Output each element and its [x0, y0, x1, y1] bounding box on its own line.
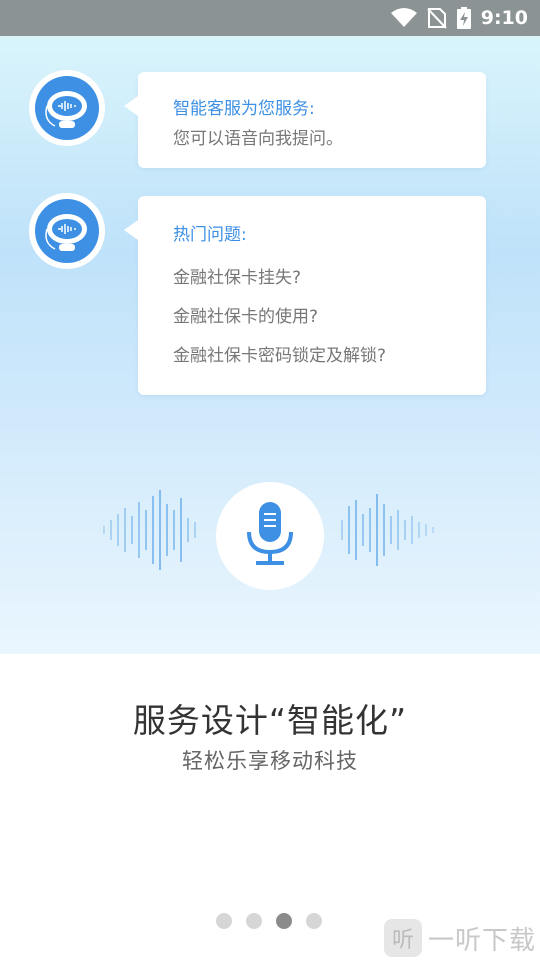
robot-avatar	[29, 70, 105, 146]
wifi-icon	[390, 8, 417, 27]
clock: 9:10	[480, 7, 528, 29]
hot-questions-bubble: 热门问题: 金融社保卡挂失? 金融社保卡的使用? 金融社保卡密码锁定及解锁?	[124, 196, 486, 395]
microphone-icon	[247, 502, 293, 565]
hot-question-item[interactable]: 金融社保卡挂失?	[173, 263, 301, 288]
hot-question-item[interactable]: 金融社保卡密码锁定及解锁?	[173, 341, 386, 366]
feature-subline: 轻松乐享移动科技	[182, 749, 358, 773]
microphone-button[interactable]	[216, 482, 324, 590]
robot-icon	[45, 91, 87, 128]
hot-question-item[interactable]: 金融社保卡的使用?	[173, 302, 318, 327]
page-dot-active[interactable]	[276, 913, 292, 929]
greeting-bubble: 智能客服为您服务: 您可以语音向我提问。	[124, 72, 486, 168]
status-bar: 9:10	[0, 0, 540, 36]
robot-icon	[45, 214, 87, 251]
status-icons: 9:10	[390, 0, 528, 36]
battery-charging-icon	[456, 7, 471, 29]
watermark: 听 一听下载	[383, 916, 540, 960]
no-sim-icon	[427, 8, 447, 29]
feature-headline: 服务设计“智能化”	[132, 701, 408, 740]
page-indicator	[216, 913, 322, 929]
greeting-text: 您可以语音向我提问。	[173, 129, 343, 149]
page-dot[interactable]	[246, 913, 262, 929]
greeting-title: 智能客服为您服务:	[173, 99, 315, 119]
right-voice-wave	[341, 494, 434, 566]
hot-questions-title: 热门问题:	[173, 225, 247, 245]
page-dot[interactable]	[216, 913, 232, 929]
watermark-logo: 听	[383, 919, 422, 957]
page-dot[interactable]	[306, 913, 322, 929]
robot-avatar	[29, 193, 105, 269]
watermark-text: 一听下载	[427, 925, 536, 956]
left-voice-wave	[103, 490, 196, 570]
